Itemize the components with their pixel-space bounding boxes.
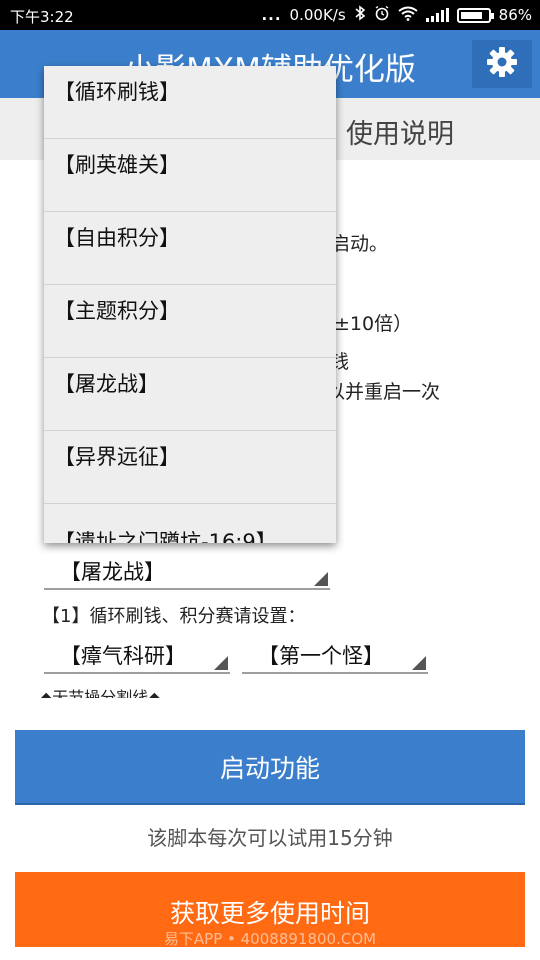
- research-spinner-value: 【瘴气科研】: [60, 644, 186, 668]
- settings-button[interactable]: [472, 40, 532, 88]
- research-spinner[interactable]: 【瘴气科研】: [44, 632, 230, 674]
- status-icons: ... 0.00K/s 86%: [261, 5, 532, 25]
- dropdown-arrow-icon: [214, 656, 228, 670]
- net-speed: 0.00K/s: [289, 6, 346, 24]
- instruction-text: ±10倍）: [334, 313, 413, 335]
- wifi-icon: [398, 6, 418, 25]
- dropdown-item[interactable]: 【刷英雄关】: [44, 139, 336, 212]
- start-function-button[interactable]: 启动功能: [15, 730, 525, 805]
- dropdown-item[interactable]: 【异界远征】: [44, 431, 336, 504]
- dropdown-arrow-icon: [314, 572, 328, 586]
- gear-icon: [485, 45, 519, 83]
- mode-dropdown-list[interactable]: 【循环刷钱】 【刷英雄关】 【自由积分】 【主题积分】 【屠龙战】 【异界远征】…: [44, 66, 336, 543]
- watermark-text: 易下APP • 4008891800.COM: [163, 930, 377, 948]
- status-bar: 下午3:22 ... 0.00K/s 86%: [0, 0, 540, 30]
- notification-dots: ...: [261, 6, 282, 24]
- battery-icon: [456, 7, 494, 23]
- mode-spinner-value: 【屠龙战】: [60, 560, 165, 584]
- dropdown-item[interactable]: 【遗址之门蹲坑-16:9】: [44, 504, 336, 543]
- status-time: 下午3:22: [10, 8, 74, 26]
- trial-note: 该脚本每次可以试用15分钟: [147, 826, 393, 850]
- battery-percent: 86%: [498, 6, 532, 24]
- signal-icon: [425, 8, 449, 22]
- instruction-text: 以并重启一次: [326, 381, 441, 403]
- mode-spinner[interactable]: 【屠龙战】: [44, 548, 330, 590]
- dropdown-item[interactable]: 【屠龙战】: [44, 358, 336, 431]
- tab-usage-instructions[interactable]: 使用说明: [346, 112, 454, 151]
- dropdown-item[interactable]: 【主题积分】: [44, 285, 336, 358]
- divider-text: ◆无节操分割线◆: [40, 688, 161, 698]
- dropdown-item[interactable]: 【自由积分】: [44, 212, 336, 285]
- alarm-icon: [374, 5, 390, 25]
- dropdown-item[interactable]: 【循环刷钱】: [44, 66, 336, 139]
- monster-spinner[interactable]: 【第一个怪】: [242, 632, 428, 674]
- dropdown-arrow-icon: [412, 656, 426, 670]
- bluetooth-icon: [354, 5, 366, 25]
- monster-spinner-value: 【第一个怪】: [258, 644, 384, 668]
- settings-section-label: 【1】循环刷钱、积分赛请设置：: [42, 606, 306, 627]
